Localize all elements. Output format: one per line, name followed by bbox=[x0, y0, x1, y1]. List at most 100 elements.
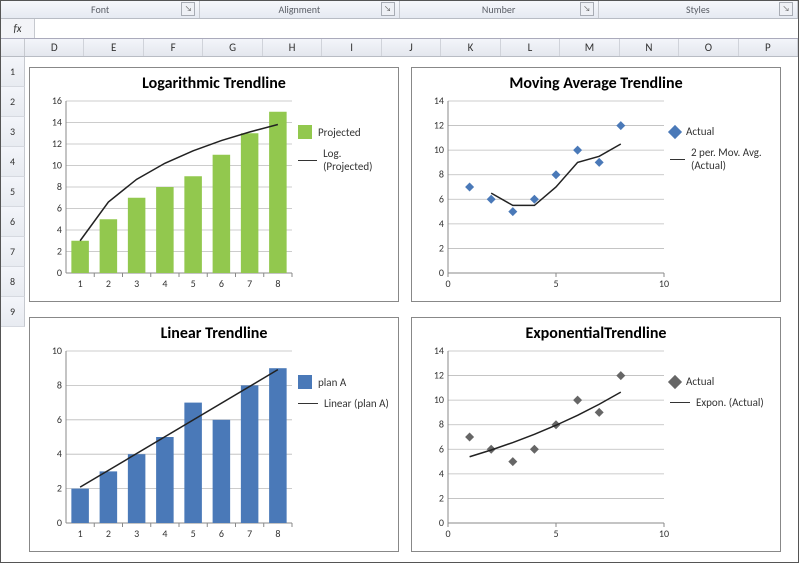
svg-text:2: 2 bbox=[106, 527, 111, 540]
svg-text:10: 10 bbox=[659, 277, 669, 290]
column-header[interactable]: K bbox=[441, 39, 500, 56]
svg-text:10: 10 bbox=[434, 143, 444, 156]
chart-title: ExponentialTrendline bbox=[412, 324, 780, 343]
svg-text:6: 6 bbox=[439, 192, 444, 205]
select-all-corner[interactable] bbox=[1, 39, 25, 56]
column-header[interactable]: O bbox=[679, 39, 738, 56]
svg-text:4: 4 bbox=[162, 277, 167, 290]
svg-text:0: 0 bbox=[439, 266, 444, 279]
svg-text:6: 6 bbox=[219, 277, 224, 290]
legend-label: Linear (plan A) bbox=[324, 397, 389, 410]
svg-text:7: 7 bbox=[247, 277, 252, 290]
column-header[interactable]: J bbox=[382, 39, 441, 56]
chart-title: Moving Average Trendline bbox=[412, 74, 780, 93]
svg-text:0: 0 bbox=[445, 277, 450, 290]
legend-label: Actual bbox=[686, 125, 714, 138]
svg-text:8: 8 bbox=[57, 378, 62, 391]
dialog-launcher-icon[interactable]: ↘ bbox=[381, 2, 395, 16]
worksheet-area[interactable]: 1 2 3 4 5 6 7 8 9 Logarithmic Trendline … bbox=[1, 57, 798, 562]
column-header[interactable]: I bbox=[322, 39, 381, 56]
legend-item: Expon. (Actual) bbox=[670, 396, 772, 409]
legend-label: Expon. (Actual) bbox=[696, 396, 764, 409]
legend-item: Linear (plan A) bbox=[298, 397, 390, 410]
svg-text:10: 10 bbox=[52, 159, 62, 172]
chart-exponential[interactable]: ExponentialTrendline 024681012140510 Act… bbox=[411, 317, 781, 552]
legend-line-icon bbox=[670, 402, 690, 403]
row-header[interactable]: 4 bbox=[1, 147, 25, 177]
legend-line-icon bbox=[670, 159, 685, 160]
row-header[interactable]: 8 bbox=[1, 267, 25, 297]
column-headers: D E F G H I J K L M N O P bbox=[1, 39, 798, 57]
row-header[interactable]: 9 bbox=[1, 297, 25, 327]
svg-text:2: 2 bbox=[439, 491, 444, 504]
svg-text:4: 4 bbox=[162, 527, 167, 540]
svg-text:2: 2 bbox=[439, 241, 444, 254]
column-header[interactable]: G bbox=[203, 39, 262, 56]
chart-svg: 024681012140510 bbox=[420, 345, 670, 545]
legend: Actual 2 per. Mov. Avg. (Actual) bbox=[670, 95, 772, 295]
svg-text:14: 14 bbox=[52, 116, 62, 129]
legend-diamond-icon bbox=[668, 374, 682, 388]
svg-text:5: 5 bbox=[553, 277, 558, 290]
column-header[interactable]: E bbox=[84, 39, 143, 56]
column-header[interactable]: D bbox=[25, 39, 84, 56]
ribbon-group-label: Number bbox=[482, 3, 515, 16]
legend-label: Projected bbox=[318, 126, 361, 139]
svg-text:0: 0 bbox=[57, 266, 62, 279]
column-header[interactable]: H bbox=[263, 39, 322, 56]
column-header[interactable]: N bbox=[620, 39, 679, 56]
chart-moving-average[interactable]: Moving Average Trendline 024681012140510… bbox=[411, 67, 781, 302]
row-header[interactable]: 1 bbox=[1, 57, 25, 87]
ribbon-group-font: Font ↘ bbox=[1, 1, 200, 18]
legend-swatch-icon bbox=[298, 125, 312, 139]
chart-svg: 024681012345678 bbox=[38, 345, 298, 545]
svg-text:1: 1 bbox=[78, 527, 83, 540]
svg-text:14: 14 bbox=[434, 95, 444, 107]
ribbon-group-label: Font bbox=[91, 3, 109, 16]
svg-text:6: 6 bbox=[57, 413, 62, 426]
legend-label: Actual bbox=[686, 375, 714, 388]
legend-diamond-icon bbox=[668, 124, 682, 138]
dialog-launcher-icon[interactable]: ↘ bbox=[181, 2, 195, 16]
svg-text:8: 8 bbox=[439, 418, 444, 431]
svg-text:14: 14 bbox=[434, 345, 444, 357]
svg-text:8: 8 bbox=[57, 180, 62, 193]
ribbon-group-label: Styles bbox=[686, 3, 710, 16]
svg-text:6: 6 bbox=[219, 527, 224, 540]
svg-text:2: 2 bbox=[57, 245, 62, 258]
dialog-launcher-icon[interactable]: ↘ bbox=[580, 2, 594, 16]
row-header[interactable]: 5 bbox=[1, 177, 25, 207]
chart-linear[interactable]: Linear Trendline 024681012345678 plan A … bbox=[29, 317, 399, 552]
legend-swatch-icon bbox=[298, 375, 312, 389]
svg-text:0: 0 bbox=[445, 527, 450, 540]
svg-text:16: 16 bbox=[52, 95, 62, 107]
fx-label: fx bbox=[13, 22, 21, 35]
ribbon-group-label: Alignment bbox=[278, 3, 320, 16]
fx-icon[interactable]: fx bbox=[1, 19, 35, 38]
column-header[interactable]: P bbox=[739, 39, 798, 56]
row-header[interactable]: 3 bbox=[1, 117, 25, 147]
column-header[interactable]: F bbox=[144, 39, 203, 56]
plot-area: 024681012140510 bbox=[420, 345, 670, 545]
plot-area: 024681012141612345678 bbox=[38, 95, 298, 295]
chart-log[interactable]: Logarithmic Trendline 024681012141612345… bbox=[29, 67, 399, 302]
column-header[interactable]: M bbox=[560, 39, 619, 56]
svg-text:4: 4 bbox=[57, 447, 62, 460]
formula-input[interactable] bbox=[35, 19, 798, 38]
dialog-launcher-icon[interactable]: ↘ bbox=[779, 2, 793, 16]
svg-text:3: 3 bbox=[134, 277, 139, 290]
svg-text:12: 12 bbox=[434, 369, 444, 382]
svg-text:10: 10 bbox=[659, 527, 669, 540]
chart-title: Logarithmic Trendline bbox=[30, 74, 398, 93]
svg-text:0: 0 bbox=[57, 516, 62, 529]
svg-text:8: 8 bbox=[275, 277, 280, 290]
row-header[interactable]: 7 bbox=[1, 237, 25, 267]
svg-text:2: 2 bbox=[106, 277, 111, 290]
row-header[interactable]: 6 bbox=[1, 207, 25, 237]
column-header[interactable]: L bbox=[501, 39, 560, 56]
svg-text:12: 12 bbox=[52, 137, 62, 150]
ribbon: Font ↘ Alignment ↘ Number ↘ Styles ↘ bbox=[1, 1, 798, 19]
svg-text:5: 5 bbox=[553, 527, 558, 540]
row-header[interactable]: 2 bbox=[1, 87, 25, 117]
chart-svg: 024681012140510 bbox=[420, 95, 670, 295]
